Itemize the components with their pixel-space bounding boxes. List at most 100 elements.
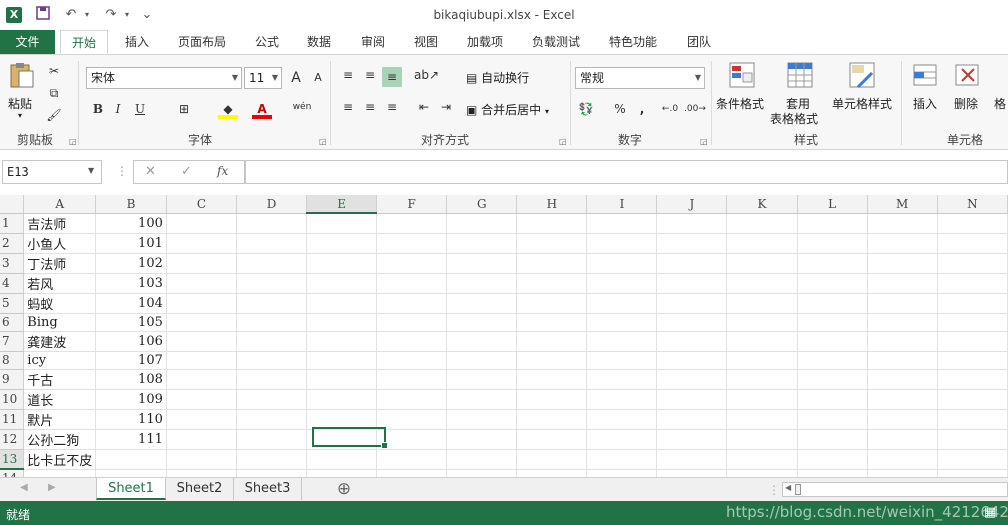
cell[interactable] — [726, 449, 798, 470]
cell[interactable] — [446, 331, 518, 352]
cell[interactable] — [236, 351, 308, 370]
cell[interactable] — [726, 253, 798, 274]
cell[interactable] — [867, 369, 938, 390]
cell[interactable] — [236, 293, 308, 314]
cell[interactable] — [586, 469, 658, 477]
cell[interactable] — [166, 293, 237, 314]
sheet-tab-3[interactable]: Sheet3 — [234, 478, 302, 500]
cell[interactable] — [586, 293, 658, 314]
tab-team[interactable]: 团队 — [680, 30, 718, 54]
merge-center-button[interactable]: ▣ 合并后居中 ▾ — [466, 101, 549, 118]
italic-button[interactable]: I — [108, 99, 128, 119]
cell[interactable] — [937, 449, 1008, 470]
cell[interactable] — [586, 273, 658, 294]
tab-insert[interactable]: 插入 — [118, 30, 156, 54]
grow-font-button[interactable]: A — [286, 68, 306, 88]
cell-b[interactable]: 107 — [95, 351, 167, 370]
column-header[interactable]: E — [306, 195, 378, 214]
increase-indent-icon[interactable]: ⇥ — [436, 97, 456, 117]
cell[interactable] — [516, 293, 588, 314]
horizontal-scrollbar[interactable]: ◀ — [782, 482, 1008, 497]
chevron-down-icon[interactable]: ▼ — [88, 166, 94, 175]
cell-b[interactable] — [95, 449, 167, 470]
name-box[interactable]: E13 — [2, 160, 102, 184]
cell[interactable] — [867, 389, 938, 410]
cell-a[interactable]: 丁法师 — [23, 253, 97, 274]
tab-file[interactable]: 文件 — [0, 30, 55, 54]
column-header[interactable]: N — [937, 195, 1008, 214]
normal-view-icon[interactable]: ▦ — [984, 505, 996, 520]
tab-view[interactable]: 视图 — [407, 30, 445, 54]
cell[interactable] — [937, 429, 1008, 450]
tab-home[interactable]: 开始 — [60, 30, 108, 54]
conditional-formatting-icon[interactable] — [728, 61, 756, 89]
row-header[interactable]: 2 — [0, 233, 25, 254]
cell[interactable] — [446, 293, 518, 314]
cell[interactable] — [166, 233, 237, 254]
cell[interactable] — [516, 389, 588, 410]
cell[interactable] — [166, 351, 237, 370]
row-header[interactable]: 3 — [0, 253, 25, 274]
cell[interactable] — [236, 331, 308, 352]
cell[interactable] — [376, 409, 448, 430]
cell[interactable] — [726, 389, 798, 410]
column-header[interactable]: A — [23, 195, 97, 214]
cell[interactable] — [446, 213, 518, 234]
formula-input[interactable] — [245, 160, 1008, 184]
delete-cells-icon[interactable] — [954, 61, 980, 89]
cell[interactable] — [586, 213, 658, 234]
cell[interactable] — [236, 369, 308, 390]
add-sheet-button[interactable]: ⊕ — [332, 478, 356, 500]
scroll-left-icon[interactable]: ◀ — [20, 482, 28, 493]
paste-button[interactable]: 粘贴 — [8, 95, 32, 112]
column-header[interactable]: I — [586, 195, 658, 214]
cell[interactable] — [797, 429, 868, 450]
cell[interactable] — [586, 233, 658, 254]
clipboard-launcher-icon[interactable]: ◲ — [69, 137, 77, 146]
cell[interactable] — [726, 469, 798, 477]
cancel-entry-button[interactable]: ✕ — [145, 164, 156, 179]
cell-a[interactable]: icy — [23, 351, 97, 370]
enter-button[interactable]: ✓ — [181, 164, 192, 179]
cell[interactable] — [797, 213, 868, 234]
cell[interactable] — [306, 351, 378, 370]
cell[interactable] — [937, 253, 1008, 274]
cell[interactable] — [867, 351, 938, 370]
row-header[interactable]: 7 — [0, 331, 25, 352]
cell[interactable] — [797, 233, 868, 254]
cell[interactable] — [797, 331, 868, 352]
cell[interactable] — [236, 253, 308, 274]
comma-button[interactable]: , — [632, 99, 652, 119]
row-header[interactable]: 8 — [0, 351, 25, 370]
cell[interactable] — [797, 409, 868, 430]
cell[interactable] — [306, 389, 378, 410]
cell-a[interactable]: 蚂蚁 — [23, 293, 97, 314]
decrease-indent-icon[interactable]: ⇤ — [414, 97, 434, 117]
align-middle-icon[interactable]: ≡ — [360, 65, 380, 85]
cell[interactable] — [867, 273, 938, 294]
cell[interactable] — [376, 313, 448, 332]
cell[interactable] — [236, 409, 308, 430]
column-header[interactable]: C — [166, 195, 237, 214]
cell-a[interactable]: 吉法师 — [23, 213, 97, 234]
cell[interactable] — [867, 253, 938, 274]
bold-button[interactable]: B — [88, 99, 108, 119]
cell-b[interactable]: 102 — [95, 253, 167, 274]
orientation-icon[interactable]: ab↗ — [414, 65, 439, 85]
column-header[interactable]: B — [95, 195, 167, 214]
cell[interactable] — [797, 293, 868, 314]
cell[interactable] — [586, 253, 658, 274]
cell[interactable] — [376, 351, 448, 370]
cell[interactable] — [586, 351, 658, 370]
cell[interactable] — [656, 409, 728, 430]
borders-icon[interactable]: ⊞ — [174, 99, 194, 119]
cell[interactable] — [726, 273, 798, 294]
row-header[interactable]: 4 — [0, 273, 25, 294]
column-header[interactable]: G — [446, 195, 518, 214]
cell[interactable] — [586, 313, 658, 332]
cell[interactable] — [446, 449, 518, 470]
tab-load-test[interactable]: 负载测试 — [526, 30, 586, 54]
cell[interactable] — [867, 429, 938, 450]
cell[interactable] — [376, 469, 448, 477]
row-header[interactable]: 12 — [0, 429, 25, 450]
